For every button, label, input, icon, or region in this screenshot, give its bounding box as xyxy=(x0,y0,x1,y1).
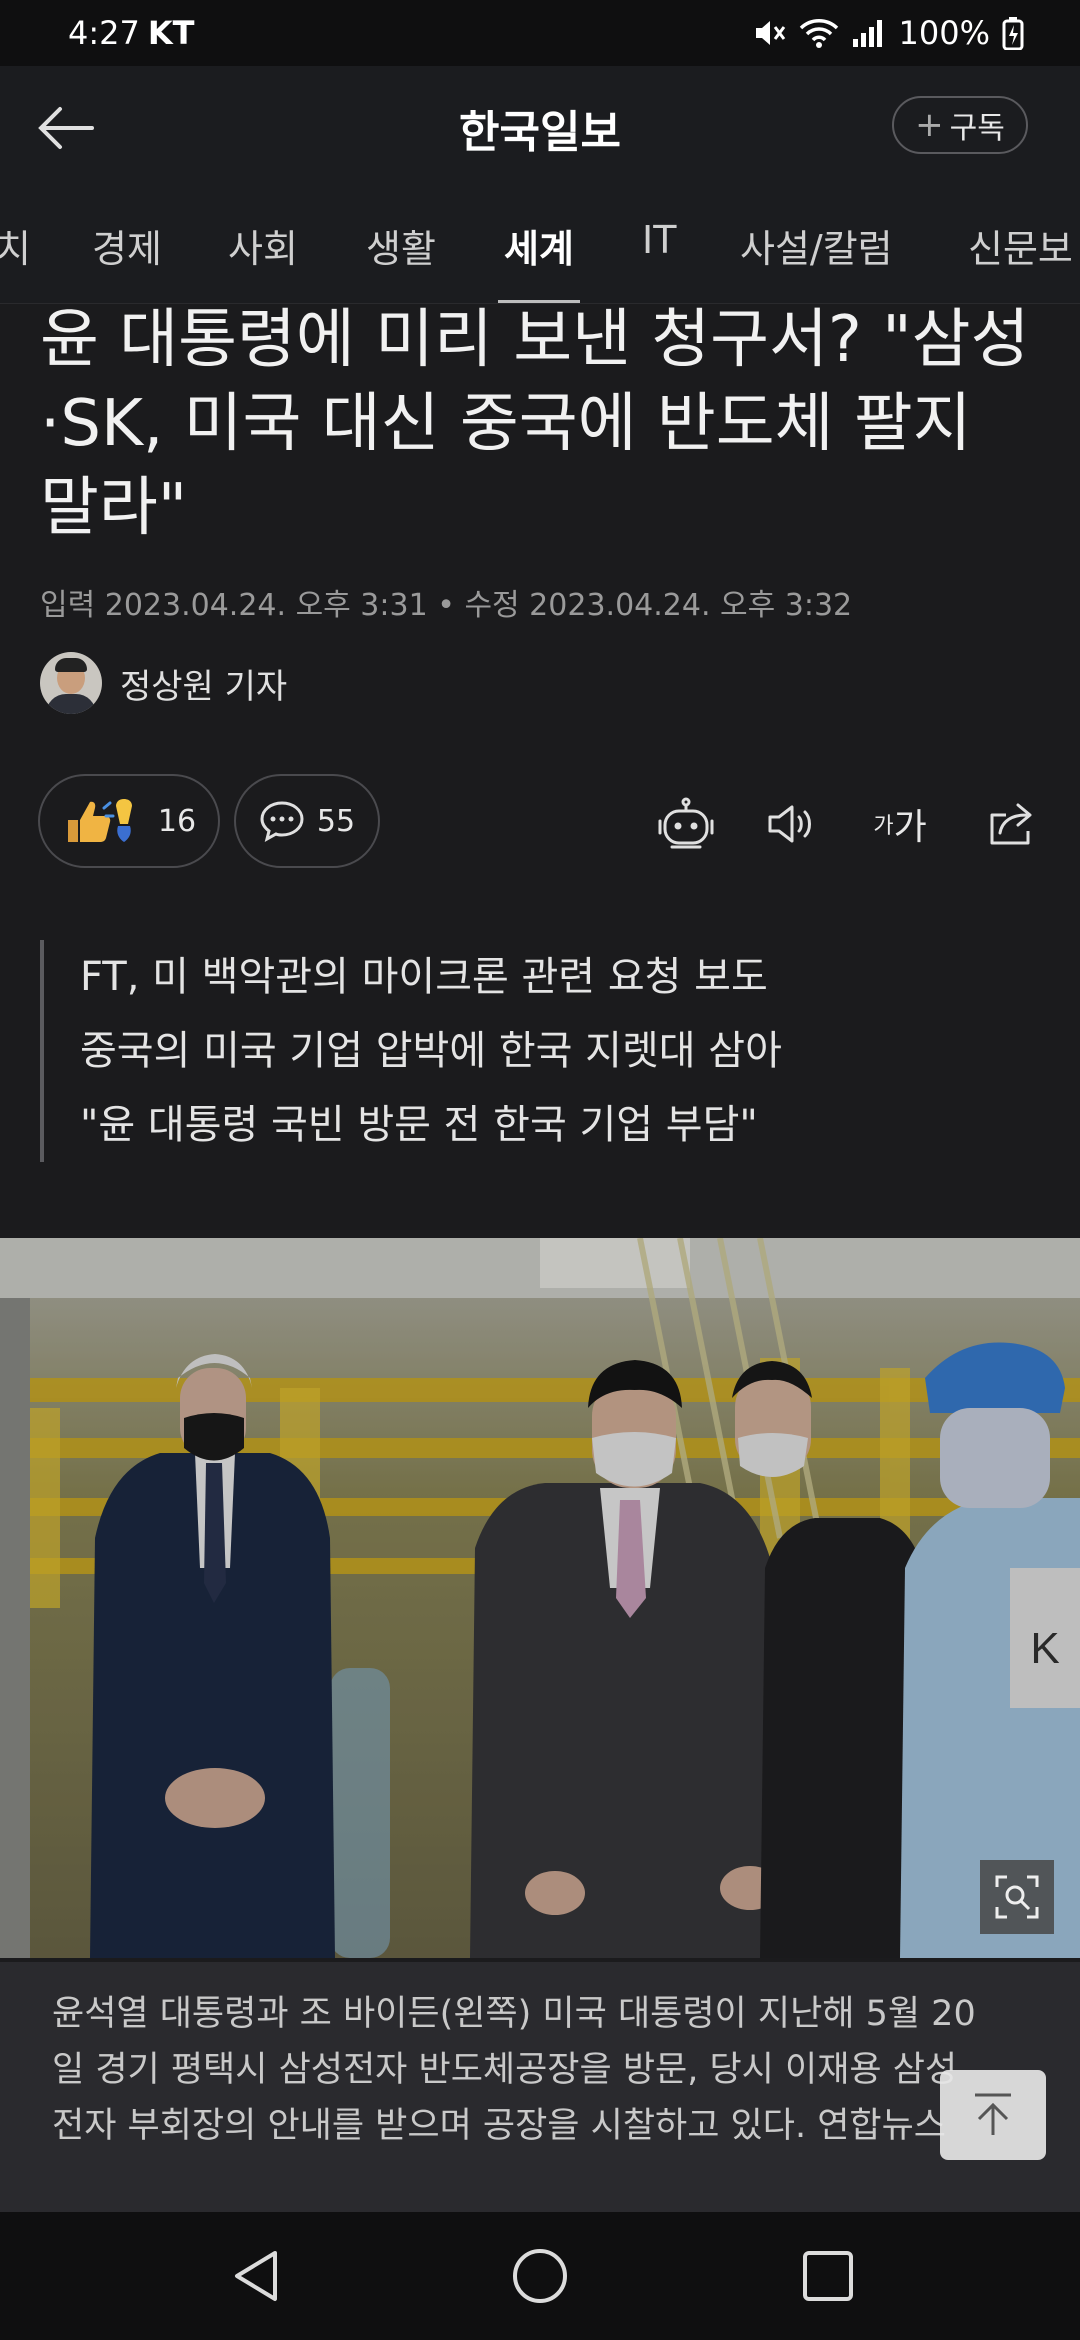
summary-line: FT, 미 백악관의 마이크론 관련 요청 보도 xyxy=(80,954,768,1000)
system-nav-bar xyxy=(0,2212,1080,2340)
wifi-icon xyxy=(799,19,838,48)
font-size-button[interactable]: 가가 xyxy=(868,792,932,856)
plus-icon: + xyxy=(915,105,944,145)
tab-world[interactable]: 세계 xyxy=(498,218,580,303)
carrier: KT xyxy=(147,14,195,52)
mute-icon xyxy=(755,21,785,45)
tab-life[interactable]: 생활 xyxy=(366,218,436,303)
nav-recents-icon xyxy=(803,2251,853,2301)
nav-back-icon xyxy=(235,2251,277,2301)
nav-home-button[interactable] xyxy=(508,2244,572,2308)
article-headline: 윤 대통령에 미리 보낸 청구서? "삼성·SK, 미국 대신 중국에 반도체 … xyxy=(40,303,1030,545)
tab-society[interactable]: 사회 xyxy=(228,218,298,303)
reaction-button[interactable]: 16 xyxy=(38,774,220,868)
status-time: 4:27 KT xyxy=(68,14,194,52)
subscribe-label: 구독 xyxy=(949,111,1005,146)
speaker-icon xyxy=(768,805,811,843)
scroll-top-button[interactable] xyxy=(940,2070,1046,2160)
reaction-count: 16 xyxy=(157,803,197,839)
scroll-top-icon xyxy=(975,2093,1011,2135)
article-summary: FT, 미 백악관의 마이크론 관련 요청 보도 중국의 미국 기업 압박에 한… xyxy=(40,940,1020,1162)
image-zoom-button[interactable] xyxy=(980,1860,1054,1934)
clock: 4:27 xyxy=(68,14,140,52)
ai-summary-button[interactable] xyxy=(654,792,718,856)
share-icon xyxy=(990,803,1032,845)
caption-line: 전자 부회장의 안내를 받으며 공장을 시찰하고 있다. 연합뉴스 xyxy=(52,2106,947,2146)
robot-icon xyxy=(658,797,714,849)
article-dates: 입력 2023.04.24. 오후 3:31 • 수정 2023.04.24. … xyxy=(40,588,853,623)
summary-line: "윤 대통령 국빈 방문 전 한국 기업 부담" xyxy=(80,1102,758,1148)
comment-button[interactable]: 55 xyxy=(234,774,380,868)
article-photo[interactable]: K xyxy=(0,1238,1080,1958)
reporter[interactable]: 정상원 기자 xyxy=(40,652,287,714)
status-bar: 4:27 KT 100% xyxy=(0,0,1080,66)
tab-editorial[interactable]: 사설/칼럼 xyxy=(740,218,893,303)
photo-caption: 윤석열 대통령과 조 바이든(왼쪽) 미국 대통령이 지난해 5월 20 일 경… xyxy=(0,1962,1080,2212)
category-tabs: 치 경제 사회 생활 세계 IT 사설/칼럼 신문보 xyxy=(0,188,1080,304)
text-to-speech-button[interactable] xyxy=(760,792,824,856)
comment-count: 55 xyxy=(316,803,356,839)
caption-line: 일 경기 평택시 삼성전자 반도체공장을 방문, 당시 이재용 삼성 xyxy=(52,2050,958,2090)
comment-bubble-icon xyxy=(260,801,304,842)
tab-politics[interactable]: 치 xyxy=(0,218,31,303)
battery-icon xyxy=(1002,17,1024,50)
article-actions: 16 55 가가 xyxy=(0,774,1080,870)
font-large-label: 가 xyxy=(893,807,927,848)
tab-it[interactable]: IT xyxy=(642,218,676,303)
subscribe-button[interactable]: + 구독 xyxy=(892,96,1028,154)
battery-percent: 100% xyxy=(898,14,990,52)
nav-home-icon xyxy=(513,2249,567,2303)
tab-economy[interactable]: 경제 xyxy=(92,218,162,303)
reporter-name: 정상원 기자 xyxy=(120,666,288,707)
photo-illustration: K xyxy=(0,1238,1080,1958)
nav-back-button[interactable] xyxy=(224,2244,288,2308)
font-small-label: 가 xyxy=(873,814,894,839)
tab-newspaper[interactable]: 신문보 xyxy=(968,218,1073,303)
app-bar: 한국일보 + 구독 xyxy=(0,66,1080,188)
summary-line: 중국의 미국 기업 압박에 한국 지렛대 삼아 xyxy=(80,1028,782,1074)
thumbs-up-icon xyxy=(67,799,132,842)
signal-icon xyxy=(852,20,882,47)
image-zoom-icon xyxy=(995,1875,1039,1919)
nav-recents-button[interactable] xyxy=(796,2244,860,2308)
caption-line: 윤석열 대통령과 조 바이든(왼쪽) 미국 대통령이 지난해 5월 20 xyxy=(52,1994,976,2034)
share-button[interactable] xyxy=(980,792,1044,856)
status-icons: 100% xyxy=(753,14,1024,52)
reporter-avatar xyxy=(40,652,102,714)
